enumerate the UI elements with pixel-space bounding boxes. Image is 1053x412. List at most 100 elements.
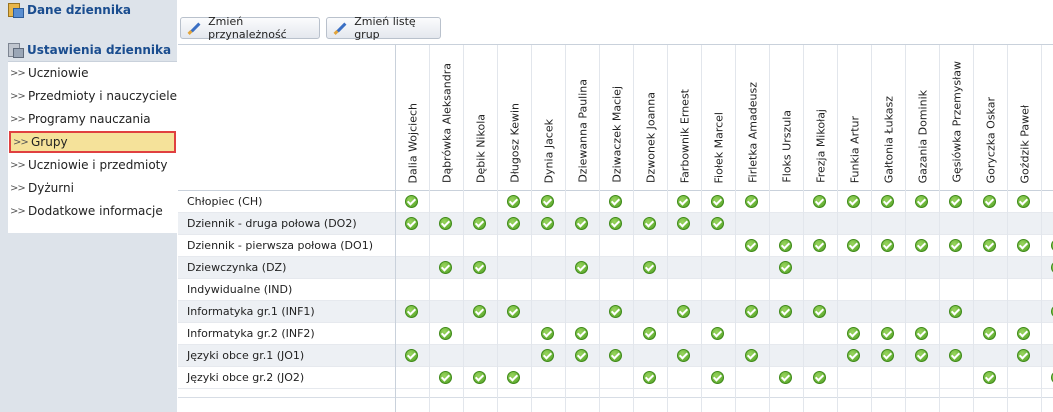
table-row[interactable]: Języki obce gr.1 (JO1): [178, 345, 1053, 367]
student-column-header[interactable]: Farbownik Ernest: [667, 45, 701, 190]
check-circle-icon[interactable]: [473, 261, 486, 274]
check-circle-icon[interactable]: [1017, 349, 1030, 362]
check-circle-icon[interactable]: [541, 195, 554, 208]
student-column-header[interactable]: Dalia Wojciech: [395, 45, 429, 190]
student-column-header[interactable]: Dynia Jacek: [531, 45, 565, 190]
student-column-header[interactable]: Długosz Kewin: [497, 45, 531, 190]
check-circle-icon[interactable]: [745, 349, 758, 362]
check-circle-icon[interactable]: [1017, 195, 1030, 208]
table-row[interactable]: Dziennik - pierwsza połowa (DO1): [178, 235, 1053, 257]
student-column-header[interactable]: Hiacynt Karolina: [1041, 45, 1053, 190]
check-circle-icon[interactable]: [575, 349, 588, 362]
table-row[interactable]: Dziewczynka (DZ): [178, 257, 1053, 279]
check-circle-icon[interactable]: [575, 327, 588, 340]
check-circle-icon[interactable]: [711, 371, 724, 384]
check-circle-icon[interactable]: [983, 327, 996, 340]
check-circle-icon[interactable]: [915, 195, 928, 208]
check-circle-icon[interactable]: [779, 239, 792, 252]
check-circle-icon[interactable]: [575, 217, 588, 230]
table-row[interactable]: Indywidualne (IND): [178, 279, 1053, 301]
check-circle-icon[interactable]: [677, 217, 690, 230]
check-circle-icon[interactable]: [609, 349, 622, 362]
check-circle-icon[interactable]: [745, 239, 758, 252]
check-circle-icon[interactable]: [983, 195, 996, 208]
student-column-header[interactable]: Goździk Paweł: [1007, 45, 1041, 190]
check-circle-icon[interactable]: [677, 305, 690, 318]
check-circle-icon[interactable]: [813, 239, 826, 252]
check-circle-icon[interactable]: [983, 239, 996, 252]
check-circle-icon[interactable]: [847, 349, 860, 362]
check-circle-icon[interactable]: [473, 371, 486, 384]
check-circle-icon[interactable]: [507, 217, 520, 230]
check-circle-icon[interactable]: [881, 327, 894, 340]
check-circle-icon[interactable]: [779, 371, 792, 384]
sidebar-item-uczniowie-i-przedmioty[interactable]: >> Uczniowie i przedmioty: [8, 154, 177, 176]
student-column-header[interactable]: Firletka Amadeusz: [735, 45, 769, 190]
check-circle-icon[interactable]: [439, 217, 452, 230]
student-column-header[interactable]: Dębik Nikola: [463, 45, 497, 190]
check-circle-icon[interactable]: [507, 195, 520, 208]
check-circle-icon[interactable]: [575, 261, 588, 274]
check-circle-icon[interactable]: [847, 195, 860, 208]
check-circle-icon[interactable]: [677, 195, 690, 208]
student-column-header[interactable]: Dąbrówka Aleksandra: [429, 45, 463, 190]
check-circle-icon[interactable]: [609, 217, 622, 230]
check-circle-icon[interactable]: [439, 261, 452, 274]
sidebar-item-przedmioty-i-nauczyciele[interactable]: >> Przedmioty i nauczyciele: [8, 85, 177, 107]
check-circle-icon[interactable]: [881, 195, 894, 208]
check-circle-icon[interactable]: [745, 305, 758, 318]
table-row[interactable]: Informatyka gr.2 (INF2): [178, 323, 1053, 345]
sidebar-item-dy-urni[interactable]: >> Dyżurni: [8, 177, 177, 199]
check-circle-icon[interactable]: [813, 305, 826, 318]
check-circle-icon[interactable]: [473, 217, 486, 230]
student-column-header[interactable]: Dzwonek Joanna: [633, 45, 667, 190]
check-circle-icon[interactable]: [473, 305, 486, 318]
check-circle-icon[interactable]: [847, 327, 860, 340]
check-circle-icon[interactable]: [779, 261, 792, 274]
check-circle-icon[interactable]: [643, 261, 656, 274]
table-row[interactable]: Dziennik - druga połowa (DO2): [178, 213, 1053, 235]
student-column-header[interactable]: Funkia Artur: [837, 45, 871, 190]
check-circle-icon[interactable]: [405, 195, 418, 208]
check-circle-icon[interactable]: [881, 239, 894, 252]
check-circle-icon[interactable]: [949, 239, 962, 252]
check-circle-icon[interactable]: [881, 349, 894, 362]
check-circle-icon[interactable]: [915, 239, 928, 252]
check-circle-icon[interactable]: [813, 371, 826, 384]
check-circle-icon[interactable]: [507, 371, 520, 384]
table-row[interactable]: Chłopiec (CH): [178, 191, 1053, 213]
student-column-header[interactable]: Dziwaczek Maciej: [599, 45, 633, 190]
sidebar-item-uczniowie[interactable]: >> Uczniowie: [8, 62, 177, 84]
check-circle-icon[interactable]: [405, 217, 418, 230]
sidebar-item-grupy[interactable]: >> Grupy: [9, 131, 176, 153]
check-circle-icon[interactable]: [745, 195, 758, 208]
student-column-header[interactable]: Gęsiówka Przemysław: [939, 45, 973, 190]
check-circle-icon[interactable]: [405, 305, 418, 318]
check-circle-icon[interactable]: [949, 349, 962, 362]
student-column-header[interactable]: Goryczka Oskar: [973, 45, 1007, 190]
check-circle-icon[interactable]: [915, 349, 928, 362]
sidebar-header-ustawienia[interactable]: Ustawienia dziennika: [8, 40, 177, 60]
check-circle-icon[interactable]: [643, 217, 656, 230]
student-column-header[interactable]: Fiołek Marcel: [701, 45, 735, 190]
check-circle-icon[interactable]: [915, 327, 928, 340]
table-row[interactable]: Informatyka gr.1 (INF1): [178, 301, 1053, 323]
check-circle-icon[interactable]: [541, 327, 554, 340]
check-circle-icon[interactable]: [439, 327, 452, 340]
check-circle-icon[interactable]: [711, 217, 724, 230]
student-column-header[interactable]: Dziewanna Paulina: [565, 45, 599, 190]
check-circle-icon[interactable]: [1017, 239, 1030, 252]
check-circle-icon[interactable]: [439, 371, 452, 384]
table-row[interactable]: Języki obce gr.2 (JO2): [178, 367, 1053, 389]
check-circle-icon[interactable]: [711, 327, 724, 340]
check-circle-icon[interactable]: [949, 305, 962, 318]
check-circle-icon[interactable]: [507, 305, 520, 318]
check-circle-icon[interactable]: [813, 195, 826, 208]
sidebar-item-programy-nauczania[interactable]: >> Programy nauczania: [8, 108, 177, 130]
check-circle-icon[interactable]: [609, 195, 622, 208]
check-circle-icon[interactable]: [405, 349, 418, 362]
check-circle-icon[interactable]: [983, 371, 996, 384]
student-column-header[interactable]: Gałtonia Łukasz: [871, 45, 905, 190]
change-group-list-button[interactable]: Zmień listę grup: [326, 15, 441, 41]
sidebar-header-dane-dziennika[interactable]: Dane dziennika: [8, 0, 177, 20]
